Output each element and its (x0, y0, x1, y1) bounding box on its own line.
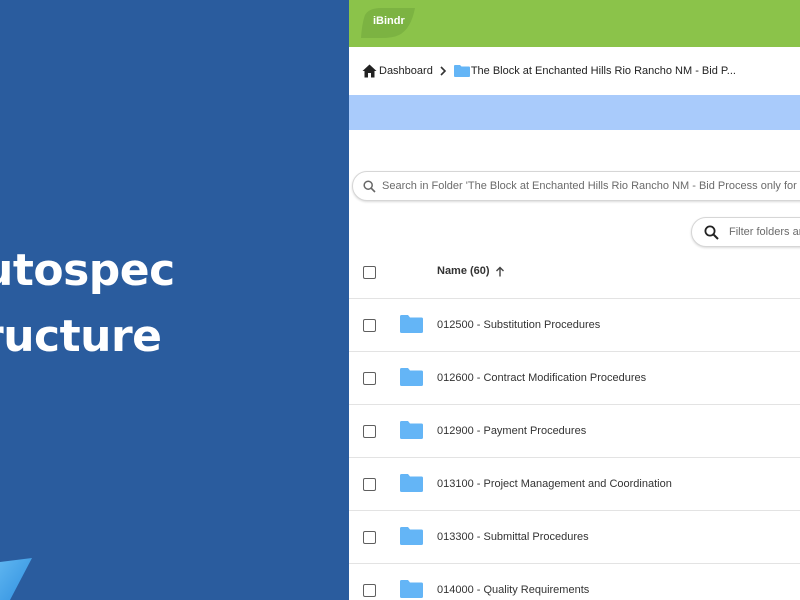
name-column-label: Name (60) (437, 265, 490, 277)
folder-icon (400, 527, 423, 545)
arrow-up-icon (495, 266, 504, 276)
folder-name[interactable]: 013100 - Project Management and Coordina… (437, 478, 672, 490)
table-header: Name (60) (349, 246, 800, 299)
chevron-right-icon (440, 66, 446, 76)
row-checkbox[interactable] (363, 478, 376, 491)
table-row[interactable]: 014000 - Quality Requirements (349, 564, 800, 600)
folder-icon (400, 315, 423, 333)
name-column-header[interactable]: Name (60) (437, 265, 505, 277)
search-placeholder: Search in Folder 'The Block at Enchanted… (382, 180, 800, 192)
folder-icon (400, 474, 423, 492)
folder-icon (453, 65, 470, 77)
row-checkbox[interactable] (363, 372, 376, 385)
top-bar: iBindr (349, 0, 800, 47)
row-checkbox[interactable] (363, 584, 376, 597)
folder-name[interactable]: 014000 - Quality Requirements (437, 584, 589, 596)
home-icon[interactable] (362, 64, 377, 78)
table-row[interactable]: 012600 - Contract Modification Procedure… (349, 352, 800, 405)
table-row[interactable]: 012900 - Payment Procedures (349, 405, 800, 458)
folder-name[interactable]: 012600 - Contract Modification Procedure… (437, 372, 646, 384)
table-row[interactable]: 012500 - Substitution Procedures (349, 299, 800, 352)
toolbar-band (349, 95, 800, 130)
promo-title-line-1: utospec (0, 245, 175, 296)
folder-icon (400, 421, 423, 439)
folder-icon (400, 580, 423, 598)
promo-accent-shape (0, 558, 32, 600)
breadcrumb: Dashboard The Block at Enchanted Hills R… (349, 47, 800, 95)
breadcrumb-current-folder[interactable]: The Block at Enchanted Hills Rio Rancho … (471, 65, 736, 77)
folder-name[interactable]: 012900 - Payment Procedures (437, 425, 586, 437)
app-window: iBindr Dashboard The Block at Enchanted … (349, 0, 800, 600)
row-checkbox[interactable] (363, 425, 376, 438)
filter-folders-input[interactable]: Filter folders an (691, 217, 800, 247)
logo[interactable]: iBindr (373, 15, 405, 27)
folder-search-input[interactable]: Search in Folder 'The Block at Enchanted… (352, 171, 800, 201)
promo-title: utospec ructure (0, 238, 175, 370)
search-icon (704, 225, 719, 240)
folder-icon (400, 368, 423, 386)
row-checkbox[interactable] (363, 531, 376, 544)
breadcrumb-dashboard[interactable]: Dashboard (379, 65, 433, 77)
table-row[interactable]: 013100 - Project Management and Coordina… (349, 458, 800, 511)
promo-panel: utospec ructure (0, 0, 349, 600)
filter-placeholder: Filter folders an (729, 226, 800, 238)
table-row[interactable]: 013300 - Submittal Procedures (349, 511, 800, 564)
search-icon (363, 179, 376, 193)
promo-title-line-2: ructure (0, 311, 162, 362)
select-all-checkbox[interactable] (363, 266, 376, 279)
folder-name[interactable]: 013300 - Submittal Procedures (437, 531, 589, 543)
folder-name[interactable]: 012500 - Substitution Procedures (437, 319, 600, 331)
row-checkbox[interactable] (363, 319, 376, 332)
